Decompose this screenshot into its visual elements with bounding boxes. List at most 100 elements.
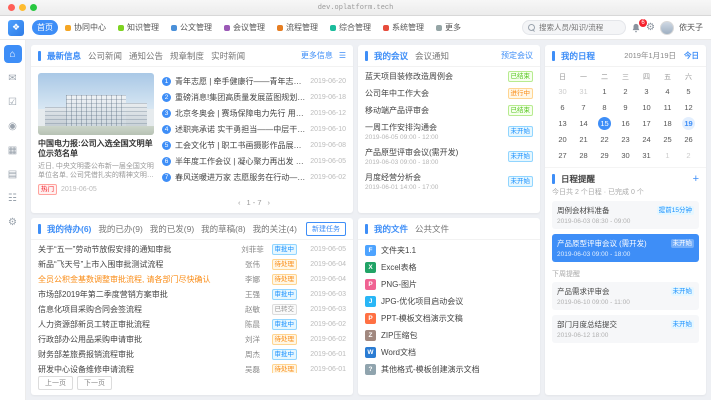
nav-tab-meeting[interactable]: 会议管理 <box>219 20 270 35</box>
calendar-day[interactable]: 25 <box>657 131 678 147</box>
calendar-day[interactable]: 12 <box>678 99 699 115</box>
calendar-day[interactable]: 20 <box>552 131 573 147</box>
calendar-day[interactable]: 19 <box>678 115 699 131</box>
task-row[interactable]: 行政部办公用品采购申请审批刘洋待处理2019-06-02 <box>31 332 353 347</box>
news-tab[interactable]: 公司新闻 <box>88 50 122 62</box>
minimize-window-button[interactable] <box>19 4 26 11</box>
news-item[interactable]: 1青年志愿 | 牵手健康行——青年志愿者走进社区开展义诊2019-06-20 <box>162 73 346 89</box>
zoom-window-button[interactable] <box>30 4 37 11</box>
calendar-day[interactable]: 18 <box>657 115 678 131</box>
reminder-card[interactable]: 部门月度总结提交未开始2019-06-12 18:00 <box>552 315 699 343</box>
news-tab[interactable]: 最新信息 <box>47 50 81 62</box>
calendar-day[interactable]: 31 <box>636 147 657 163</box>
news-prev-icon[interactable]: ‹ <box>238 198 241 207</box>
news-tab[interactable]: 通知公告 <box>129 50 163 62</box>
task-row[interactable]: 研发中心设备维修申请流程吴磊待处理2019-06-01 <box>31 362 353 373</box>
file-item[interactable]: PPNG-图片 <box>358 276 540 293</box>
meeting-item[interactable]: 月度经营分析会2019-06-01 14:00 - 17:00未开始 <box>358 169 540 194</box>
avatar[interactable] <box>660 21 674 35</box>
next-page-button[interactable]: 下一页 <box>77 376 112 390</box>
global-search[interactable] <box>522 20 626 35</box>
nav-tab-knowledge[interactable]: 知识管理 <box>113 20 164 35</box>
meeting-item[interactable]: 公司年中工作大会进行中 <box>358 85 540 102</box>
meeting-tab[interactable]: 我的会议 <box>374 50 408 62</box>
calendar-day[interactable]: 27 <box>552 147 573 163</box>
file-tab[interactable]: 我的文件 <box>374 223 408 235</box>
file-item[interactable]: ?其他格式-模板创建演示文档 <box>358 361 540 378</box>
calendar-day[interactable]: 3 <box>636 83 657 99</box>
notification-bell[interactable]: 6 <box>631 23 641 33</box>
news-item[interactable]: 7春风送暖进万家 志愿服务在行动——学雷锋活动纪实2019-06-02 <box>162 169 346 185</box>
calendar-day[interactable]: 16 <box>615 115 636 131</box>
calendar-day[interactable]: 22 <box>594 131 615 147</box>
nav-tab-admin[interactable]: 综合管理 <box>325 20 376 35</box>
news-item[interactable]: 3北京冬奥会 | 赛场保障电力先行 用心服务暖人心2019-06-12 <box>162 105 346 121</box>
news-tab[interactable]: 规章制度 <box>170 50 204 62</box>
file-item[interactable]: ZZIP压缩包 <box>358 327 540 344</box>
sidebar-item-home[interactable]: ⌂ <box>4 45 22 63</box>
prev-page-button[interactable]: 上一页 <box>38 376 73 390</box>
task-tab[interactable]: 我的草稿(8) <box>201 223 245 235</box>
task-row[interactable]: 市场部2019年第二季度营销方案审批王强审批中2019-06-03 <box>31 287 353 302</box>
new-task-button[interactable]: 新建任务 <box>306 222 346 236</box>
calendar-day[interactable]: 14 <box>573 115 594 131</box>
featured-news-photo[interactable] <box>38 73 154 135</box>
close-window-button[interactable] <box>8 4 15 11</box>
calendar-day[interactable]: 2 <box>678 147 699 163</box>
nav-tab-home[interactable]: 首页 <box>32 20 58 35</box>
featured-news-title[interactable]: 中国电力报:公司入选全国文明单位示范名单 <box>38 139 154 160</box>
sidebar-item-message[interactable]: ✉ <box>4 69 22 87</box>
reminder-card[interactable]: 产品原型评审会议 (需开发)未开始2019-06-03 09:00 - 18:0… <box>552 234 699 262</box>
sidebar-item-calendar[interactable]: ▦ <box>4 141 22 159</box>
calendar-day[interactable]: 30 <box>552 83 573 99</box>
meeting-tab[interactable]: 会议通知 <box>415 50 449 62</box>
task-row[interactable]: 全员公积金基数调整审批流程, 请各部门尽快确认李娜待处理2019-06-04 <box>31 272 353 287</box>
calendar-day[interactable]: 23 <box>615 131 636 147</box>
book-meeting-link[interactable]: 预定会议 <box>501 50 533 61</box>
task-row[interactable]: 人力资源部新员工转正审批流程陈晨审批中2019-06-02 <box>31 317 353 332</box>
calendar-day[interactable]: 9 <box>615 99 636 115</box>
calendar-day[interactable]: 24 <box>636 131 657 147</box>
calendar-day[interactable]: 13 <box>552 115 573 131</box>
sidebar-item-contacts[interactable]: ◉ <box>4 117 22 135</box>
calendar-day[interactable]: 2 <box>615 83 636 99</box>
task-tab[interactable]: 我的关注(4) <box>253 223 297 235</box>
file-item[interactable]: XExcel表格 <box>358 259 540 276</box>
nav-tab-docs[interactable]: 公文管理 <box>166 20 217 35</box>
calendar-day[interactable]: 28 <box>573 147 594 163</box>
file-item[interactable]: F文件夹1.1 <box>358 242 540 259</box>
news-item[interactable]: 6半年度工作会议 | 凝心聚力再出发 真抓实干谱新篇2019-06-05 <box>162 153 346 169</box>
file-item[interactable]: JJPG-优化项目启动会议 <box>358 293 540 310</box>
task-row[interactable]: 信息化项目采购合同会签流程赵敏已转交2019-06-03 <box>31 302 353 317</box>
calendar-day[interactable]: 7 <box>573 99 594 115</box>
sidebar-item-settings[interactable]: ⚙ <box>4 213 22 231</box>
calendar-day[interactable]: 26 <box>678 131 699 147</box>
calendar-day[interactable]: 8 <box>594 99 615 115</box>
reminder-card[interactable]: 产品需求评审会未开始2019-06-10 09:00 - 11:00 <box>552 282 699 310</box>
settings-gear[interactable]: ⚙ <box>646 22 655 33</box>
task-row[interactable]: 关于“五一”劳动节放假安排的通知审批刘菲菲审批中2019-06-05 <box>31 242 353 257</box>
more-news-link[interactable]: 更多信息 <box>301 50 333 61</box>
calendar-day[interactable]: 1 <box>594 83 615 99</box>
meeting-item[interactable]: 移动端产品评审会已结束 <box>358 102 540 119</box>
calendar-day[interactable]: 31 <box>573 83 594 99</box>
nav-tab-collab[interactable]: 协同中心 <box>60 20 111 35</box>
calendar-day[interactable]: 4 <box>657 83 678 99</box>
nav-tab-more[interactable]: 更多 <box>431 20 466 35</box>
news-item[interactable]: 5工会文化节 | 职工书画摄影作品展火热开展2019-06-08 <box>162 137 346 153</box>
file-item[interactable]: WWord文档 <box>358 344 540 361</box>
sidebar-item-documents[interactable]: ▤ <box>4 165 22 183</box>
sidebar-item-todo[interactable]: ☑ <box>4 93 22 111</box>
search-input[interactable] <box>539 23 620 32</box>
news-tab[interactable]: 实时新闻 <box>211 50 245 62</box>
news-menu-icon[interactable]: ☰ <box>339 51 346 60</box>
file-tab[interactable]: 公共文件 <box>415 223 449 235</box>
task-row[interactable]: 新品“飞天号”上市入围审批测试流程张伟待处理2019-06-04 <box>31 257 353 272</box>
news-item[interactable]: 4述职亮承诺 实干勇担当——中层干部述职测评会召开2019-06-10 <box>162 121 346 137</box>
calendar-day[interactable]: 21 <box>573 131 594 147</box>
nav-tab-workflow[interactable]: 流程管理 <box>272 20 323 35</box>
app-logo-icon[interactable]: ❖ <box>8 20 24 36</box>
calendar-day[interactable]: 29 <box>594 147 615 163</box>
calendar-day[interactable]: 6 <box>552 99 573 115</box>
file-item[interactable]: PPPT-模板文档演示文稿 <box>358 310 540 327</box>
